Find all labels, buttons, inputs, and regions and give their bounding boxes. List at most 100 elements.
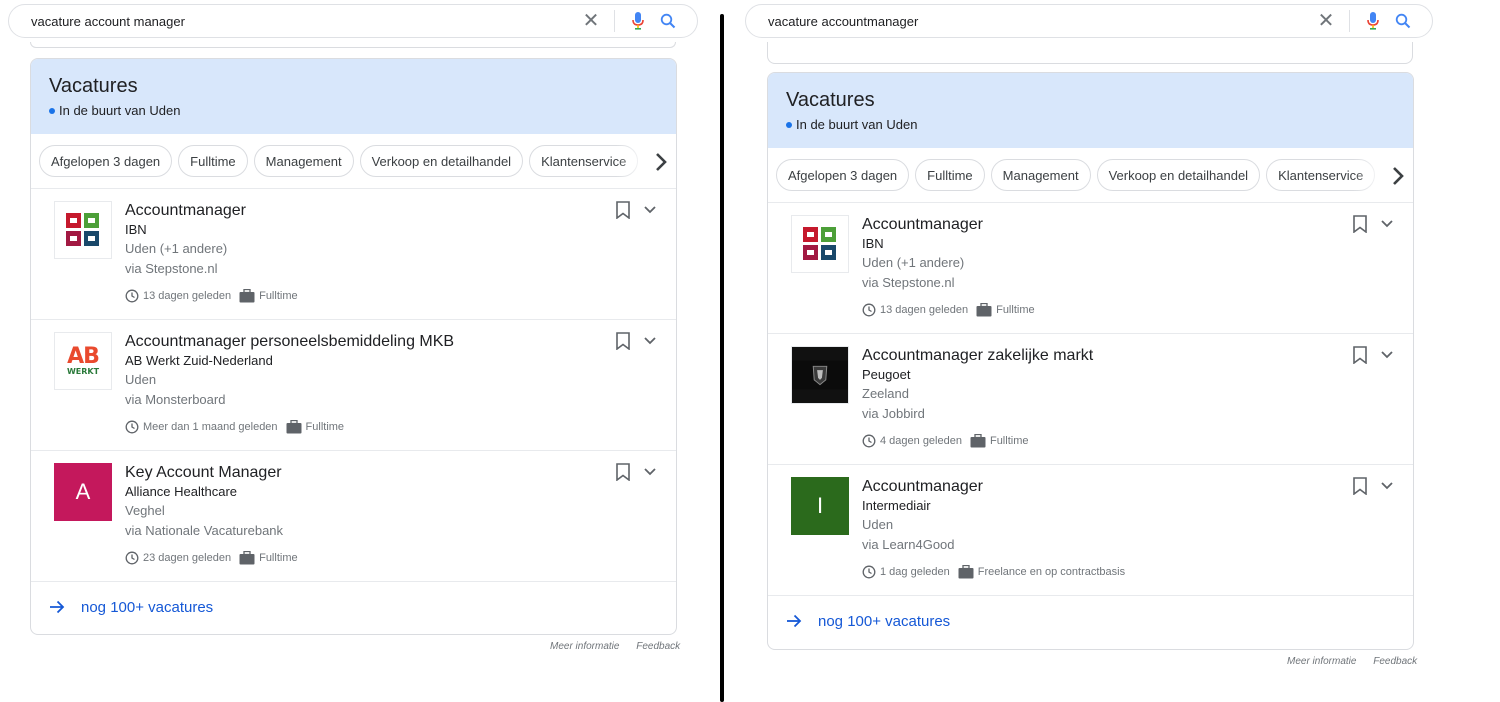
- peugeot-logo: [791, 346, 849, 404]
- chip-fulltime[interactable]: Fulltime: [915, 159, 985, 191]
- ab-logo-text: AB: [67, 344, 100, 369]
- microphone-icon[interactable]: [1358, 10, 1388, 32]
- ibn-logo: [54, 201, 112, 259]
- job-source: via Stepstone.nl: [125, 261, 218, 276]
- location-text: In de buurt van Uden: [796, 117, 918, 132]
- job-company: Peugoet: [862, 367, 911, 382]
- job-posted: 13 dagen geleden: [143, 290, 232, 302]
- more-jobs-link[interactable]: nog 100+ vacatures: [31, 582, 676, 632]
- bookmark-icon[interactable]: [616, 332, 630, 350]
- job-meta: 13 dagen geleden Fulltime: [125, 289, 298, 303]
- clock-icon: [125, 420, 139, 434]
- clear-icon[interactable]: ✕: [576, 11, 606, 31]
- location-label: In de buurt van Uden: [49, 103, 676, 118]
- job-listing[interactable]: Accountmanager zakelijke markt Peugoet Z…: [768, 334, 1413, 465]
- panel-divider: [720, 14, 724, 702]
- bookmark-icon[interactable]: [616, 201, 630, 219]
- search-icon[interactable]: [653, 10, 683, 32]
- bookmark-icon[interactable]: [1353, 346, 1367, 364]
- job-listing[interactable]: A Key Account Manager Alliance Healthcar…: [31, 451, 676, 582]
- filter-chips: Afgelopen 3 dagen Fulltime Management Ve…: [31, 134, 676, 189]
- job-posted: 1 dag geleden: [880, 566, 950, 578]
- microphone-icon[interactable]: [623, 10, 653, 32]
- location-text: In de buurt van Uden: [59, 103, 181, 118]
- chip-afgelopen-3-dagen[interactable]: Afgelopen 3 dagen: [39, 145, 173, 177]
- jobs-card-title: Vacatures: [49, 75, 138, 97]
- chevron-right-icon[interactable]: [1391, 166, 1405, 186]
- clear-icon[interactable]: ✕: [1311, 11, 1341, 31]
- job-title[interactable]: Accountmanager personeelsbemiddeling MKB: [125, 332, 454, 352]
- more-info-link[interactable]: Meer informatie: [550, 641, 619, 652]
- bookmark-icon[interactable]: [1353, 215, 1367, 233]
- more-jobs-link[interactable]: nog 100+ vacatures: [768, 596, 1413, 646]
- chevron-right-icon[interactable]: [654, 152, 668, 172]
- chevron-down-icon[interactable]: [644, 337, 656, 345]
- chevron-down-icon[interactable]: [644, 206, 656, 214]
- job-title[interactable]: Key Account Manager: [125, 463, 298, 483]
- location-label: In de buurt van Uden: [786, 117, 1413, 132]
- job-meta: 23 dagen geleden Fulltime: [125, 551, 298, 565]
- chip-verkoop-en-detailhandel[interactable]: Verkoop en detailhandel: [1096, 159, 1261, 191]
- job-title[interactable]: Accountmanager: [125, 201, 298, 221]
- job-listing[interactable]: I Accountmanager Intermediair Uden via L…: [768, 465, 1413, 596]
- job-location: Veghel: [125, 503, 165, 518]
- ibn-logo: [791, 215, 849, 273]
- chevron-down-icon[interactable]: [1381, 351, 1393, 359]
- chevron-down-icon[interactable]: [1381, 482, 1393, 490]
- job-posted: 23 dagen geleden: [143, 552, 232, 564]
- letter-logo: I: [791, 477, 849, 535]
- chevron-down-icon[interactable]: [1381, 220, 1393, 228]
- search-query[interactable]: vacature account manager: [31, 14, 576, 29]
- chip-fulltime[interactable]: Fulltime: [178, 145, 248, 177]
- search-divider: [1349, 10, 1350, 32]
- location-dot-icon: [49, 107, 55, 114]
- chevron-down-icon[interactable]: [644, 468, 656, 476]
- chips-scroll-right[interactable]: [1353, 148, 1413, 202]
- job-location: Uden (+1 andere): [862, 255, 965, 270]
- feedback-link[interactable]: Feedback: [1373, 656, 1417, 667]
- more-info-link[interactable]: Meer informatie: [1287, 656, 1356, 667]
- job-location: Uden: [125, 372, 157, 387]
- briefcase-icon: [239, 551, 255, 565]
- more-jobs-text[interactable]: nog 100+ vacatures: [81, 599, 213, 616]
- briefcase-icon: [970, 434, 986, 448]
- job-company: IBN: [125, 222, 147, 237]
- job-title[interactable]: Accountmanager: [862, 215, 1035, 235]
- search-bar[interactable]: vacature account manager ✕: [8, 4, 698, 38]
- job-posted: 4 dagen geleden: [880, 435, 962, 447]
- job-actions: [1353, 346, 1393, 364]
- job-type: Fulltime: [305, 421, 345, 433]
- job-listing[interactable]: Accountmanager IBN Uden (+1 andere) via …: [768, 203, 1413, 334]
- job-title[interactable]: Accountmanager: [862, 477, 1125, 497]
- briefcase-icon: [976, 303, 992, 317]
- job-listing[interactable]: Accountmanager IBN Uden (+1 andere) via …: [31, 189, 676, 320]
- chip-management[interactable]: Management: [253, 145, 354, 177]
- chips-scroll-right[interactable]: [616, 134, 676, 188]
- job-actions: [616, 332, 656, 350]
- job-company: IBN: [862, 236, 884, 251]
- chip-management[interactable]: Management: [990, 159, 1091, 191]
- feedback-link[interactable]: Feedback: [636, 641, 680, 652]
- more-jobs-text[interactable]: nog 100+ vacatures: [818, 613, 950, 630]
- job-source: via Learn4Good: [862, 537, 955, 552]
- job-meta: Meer dan 1 maand geleden Fulltime: [125, 420, 454, 434]
- job-info: Accountmanager personeelsbemiddeling MKB…: [125, 332, 454, 434]
- job-source: via Monsterboard: [125, 392, 226, 407]
- job-title[interactable]: Accountmanager zakelijke markt: [862, 346, 1093, 366]
- clock-icon: [125, 551, 139, 565]
- jobs-card-header: Vacatures In de buurt van Uden: [768, 73, 1413, 148]
- search-icon[interactable]: [1388, 10, 1418, 32]
- chip-verkoop-en-detailhandel[interactable]: Verkoop en detailhandel: [359, 145, 524, 177]
- job-location: Uden (+1 andere): [125, 241, 228, 256]
- search-bar[interactable]: vacature accountmanager ✕: [745, 4, 1433, 38]
- chip-afgelopen-3-dagen[interactable]: Afgelopen 3 dagen: [776, 159, 910, 191]
- job-listing[interactable]: AB WERKT Accountmanager personeelsbemidd…: [31, 320, 676, 451]
- job-source: via Stepstone.nl: [862, 275, 955, 290]
- bookmark-icon[interactable]: [1353, 477, 1367, 495]
- search-query[interactable]: vacature accountmanager: [768, 14, 1311, 29]
- arrow-right-icon: [49, 600, 65, 614]
- job-actions: [616, 201, 656, 219]
- bookmark-icon[interactable]: [616, 463, 630, 481]
- job-actions: [1353, 215, 1393, 233]
- briefcase-icon: [958, 565, 974, 579]
